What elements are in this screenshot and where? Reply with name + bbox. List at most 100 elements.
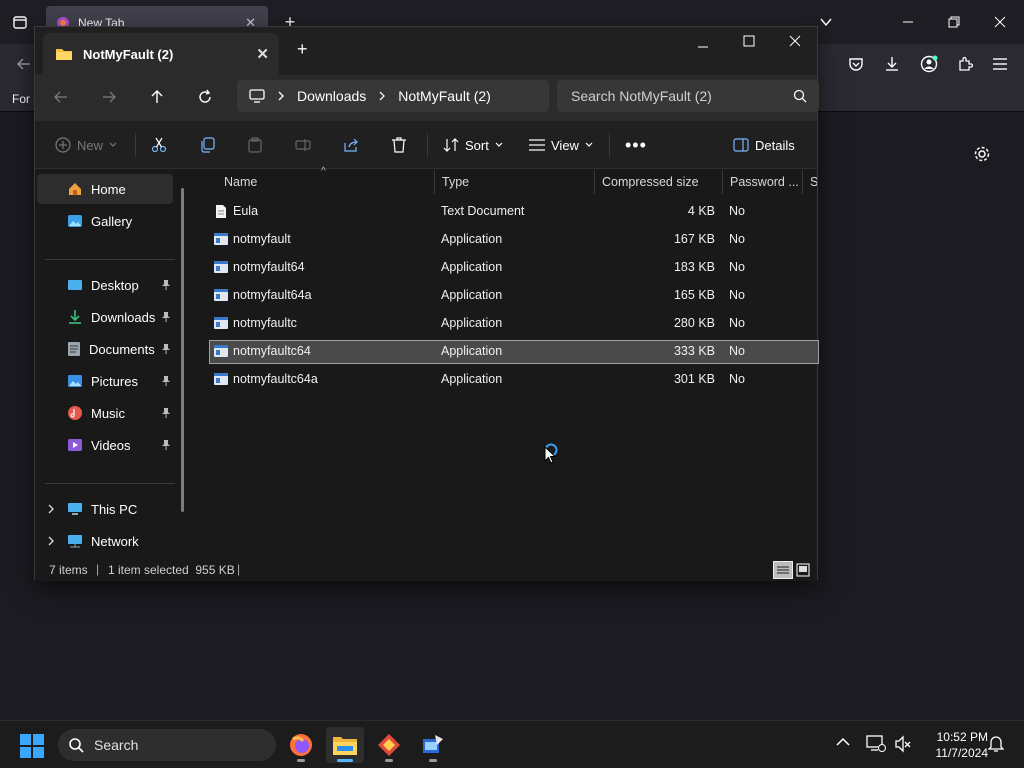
file-type: Application bbox=[441, 288, 503, 302]
breadcrumb-downloads[interactable]: Downloads bbox=[297, 88, 366, 104]
application-icon bbox=[213, 372, 229, 386]
system-clock[interactable]: 10:52 PM 11/7/2024 bbox=[918, 729, 989, 761]
new-label: New bbox=[77, 137, 104, 153]
breadcrumb-notmyfault[interactable]: NotMyFault (2) bbox=[398, 88, 491, 104]
start-button-icon[interactable] bbox=[20, 734, 44, 758]
explorer-tab[interactable]: NotMyFault (2) ✕ bbox=[43, 33, 279, 75]
view-label: View bbox=[551, 137, 579, 153]
taskbar-app-red[interactable] bbox=[370, 727, 408, 763]
details-view-icon bbox=[777, 565, 789, 575]
table-row[interactable]: Eula Text Document 4 KB No bbox=[209, 200, 819, 224]
restore-icon[interactable] bbox=[944, 12, 964, 32]
tiles-view-icon bbox=[796, 563, 810, 577]
command-bar: New Sort View ••• Details bbox=[35, 121, 817, 169]
more-options-icon[interactable]: ••• bbox=[625, 133, 647, 157]
tab-close-icon[interactable]: ✕ bbox=[256, 45, 269, 63]
pocket-icon[interactable] bbox=[846, 54, 866, 74]
file-size: 333 KB bbox=[673, 344, 715, 358]
taskbar-firefox[interactable] bbox=[282, 727, 320, 763]
account-icon[interactable] bbox=[919, 54, 939, 74]
application-icon bbox=[213, 288, 229, 302]
taskbar-search[interactable]: Search bbox=[58, 729, 276, 761]
status-separator: | bbox=[237, 562, 241, 576]
column-header-compressed-size[interactable]: Compressed size bbox=[595, 170, 723, 194]
minimize-icon[interactable] bbox=[898, 12, 918, 32]
details-button[interactable]: Details bbox=[733, 133, 795, 157]
extensions-icon[interactable] bbox=[955, 54, 975, 74]
back-arrow-icon[interactable] bbox=[53, 89, 69, 105]
sidebar-item-home[interactable]: Home bbox=[37, 174, 173, 204]
table-row[interactable]: notmyfaultc Application 280 KB No bbox=[209, 312, 819, 336]
sidebar-item-videos[interactable]: Videos bbox=[37, 430, 173, 460]
tiles-view-toggle[interactable] bbox=[795, 562, 811, 578]
refresh-icon[interactable] bbox=[197, 89, 213, 105]
cut-button[interactable] bbox=[151, 133, 167, 157]
taskbar: Search 10:52 PM 11/7/2024 bbox=[0, 720, 1024, 768]
minimize-icon[interactable] bbox=[697, 41, 709, 53]
file-type: Application bbox=[441, 260, 503, 274]
copy-button[interactable] bbox=[199, 133, 215, 157]
show-hidden-icons-chevron-icon[interactable] bbox=[836, 737, 850, 747]
sidebar-scrollbar[interactable] bbox=[181, 188, 184, 512]
sidebar-item-downloads[interactable]: Downloads bbox=[37, 302, 173, 332]
chevron-right-icon bbox=[378, 90, 386, 102]
column-header-type[interactable]: Type bbox=[435, 170, 595, 194]
sidebar-item-network[interactable]: Network bbox=[37, 526, 173, 556]
close-icon[interactable] bbox=[789, 35, 801, 47]
view-button[interactable]: View bbox=[529, 133, 593, 157]
column-header-name[interactable]: Name bbox=[217, 170, 435, 194]
taskbar-notmyfault[interactable] bbox=[414, 727, 452, 763]
new-button[interactable]: New bbox=[55, 133, 117, 157]
column-header-password[interactable]: Password ... bbox=[723, 170, 803, 194]
table-row[interactable]: notmyfault64 Application 183 KB No bbox=[209, 256, 819, 280]
rename-button[interactable] bbox=[295, 133, 311, 157]
paste-button[interactable] bbox=[247, 133, 263, 157]
settings-gear-icon[interactable] bbox=[972, 144, 992, 164]
details-view-toggle[interactable] bbox=[773, 561, 793, 579]
column-header-size[interactable]: Si bbox=[803, 170, 817, 194]
up-arrow-icon[interactable] bbox=[149, 89, 165, 105]
notification-bell-icon[interactable] bbox=[988, 735, 1004, 753]
sidebar-item-label: Downloads bbox=[91, 309, 156, 325]
table-row[interactable]: notmyfault64a Application 165 KB No bbox=[209, 284, 819, 308]
sidebar-item-desktop[interactable]: Desktop bbox=[37, 270, 173, 300]
share-button[interactable] bbox=[343, 133, 359, 157]
close-window-icon[interactable] bbox=[990, 12, 1010, 32]
sidebar-item-gallery[interactable]: Gallery bbox=[37, 206, 173, 236]
back-icon[interactable] bbox=[14, 54, 34, 74]
sidebar-item-pictures[interactable]: Pictures bbox=[37, 366, 173, 396]
delete-button[interactable] bbox=[391, 133, 407, 157]
sort-button[interactable]: Sort bbox=[443, 133, 503, 157]
new-tab-icon[interactable]: + bbox=[297, 39, 308, 60]
tab-list-icon[interactable] bbox=[10, 12, 30, 32]
file-password: No bbox=[729, 372, 745, 386]
chevron-down-icon bbox=[585, 142, 593, 148]
gallery-icon bbox=[67, 213, 83, 229]
sidebar-item-music[interactable]: Music bbox=[37, 398, 173, 428]
downloads-icon[interactable] bbox=[882, 54, 902, 74]
maximize-icon[interactable] bbox=[743, 35, 755, 47]
search-input[interactable]: Search NotMyFault (2) bbox=[557, 80, 819, 112]
search-icon bbox=[68, 737, 84, 753]
menu-icon[interactable] bbox=[990, 54, 1010, 74]
divider bbox=[45, 483, 175, 484]
taskbar-file-explorer[interactable] bbox=[326, 727, 364, 763]
running-indicator bbox=[385, 759, 393, 762]
network-status-icon[interactable] bbox=[866, 735, 886, 753]
table-row-selected[interactable]: notmyfaultc64 Application 333 KB No bbox=[209, 340, 819, 364]
expand-chevron-icon[interactable] bbox=[47, 535, 55, 547]
address-bar[interactable]: Downloads NotMyFault (2) bbox=[237, 80, 549, 112]
forward-arrow-icon[interactable] bbox=[101, 89, 117, 105]
table-row[interactable]: notmyfaultc64a Application 301 KB No bbox=[209, 368, 819, 392]
sidebar-item-this-pc[interactable]: This PC bbox=[37, 494, 173, 524]
volume-muted-icon[interactable] bbox=[894, 735, 912, 753]
file-type: Application bbox=[441, 232, 503, 246]
table-row[interactable]: notmyfault Application 167 KB No bbox=[209, 228, 819, 252]
chevron-down-icon bbox=[109, 142, 117, 148]
list-all-tabs-icon[interactable] bbox=[816, 12, 836, 32]
file-list: ^ Name Type Compressed size Password ...… bbox=[193, 166, 819, 577]
sidebar-item-documents[interactable]: Documents bbox=[37, 334, 173, 364]
clock-date: 11/7/2024 bbox=[935, 746, 989, 760]
sort-icon bbox=[443, 137, 459, 153]
expand-chevron-icon[interactable] bbox=[47, 503, 55, 515]
